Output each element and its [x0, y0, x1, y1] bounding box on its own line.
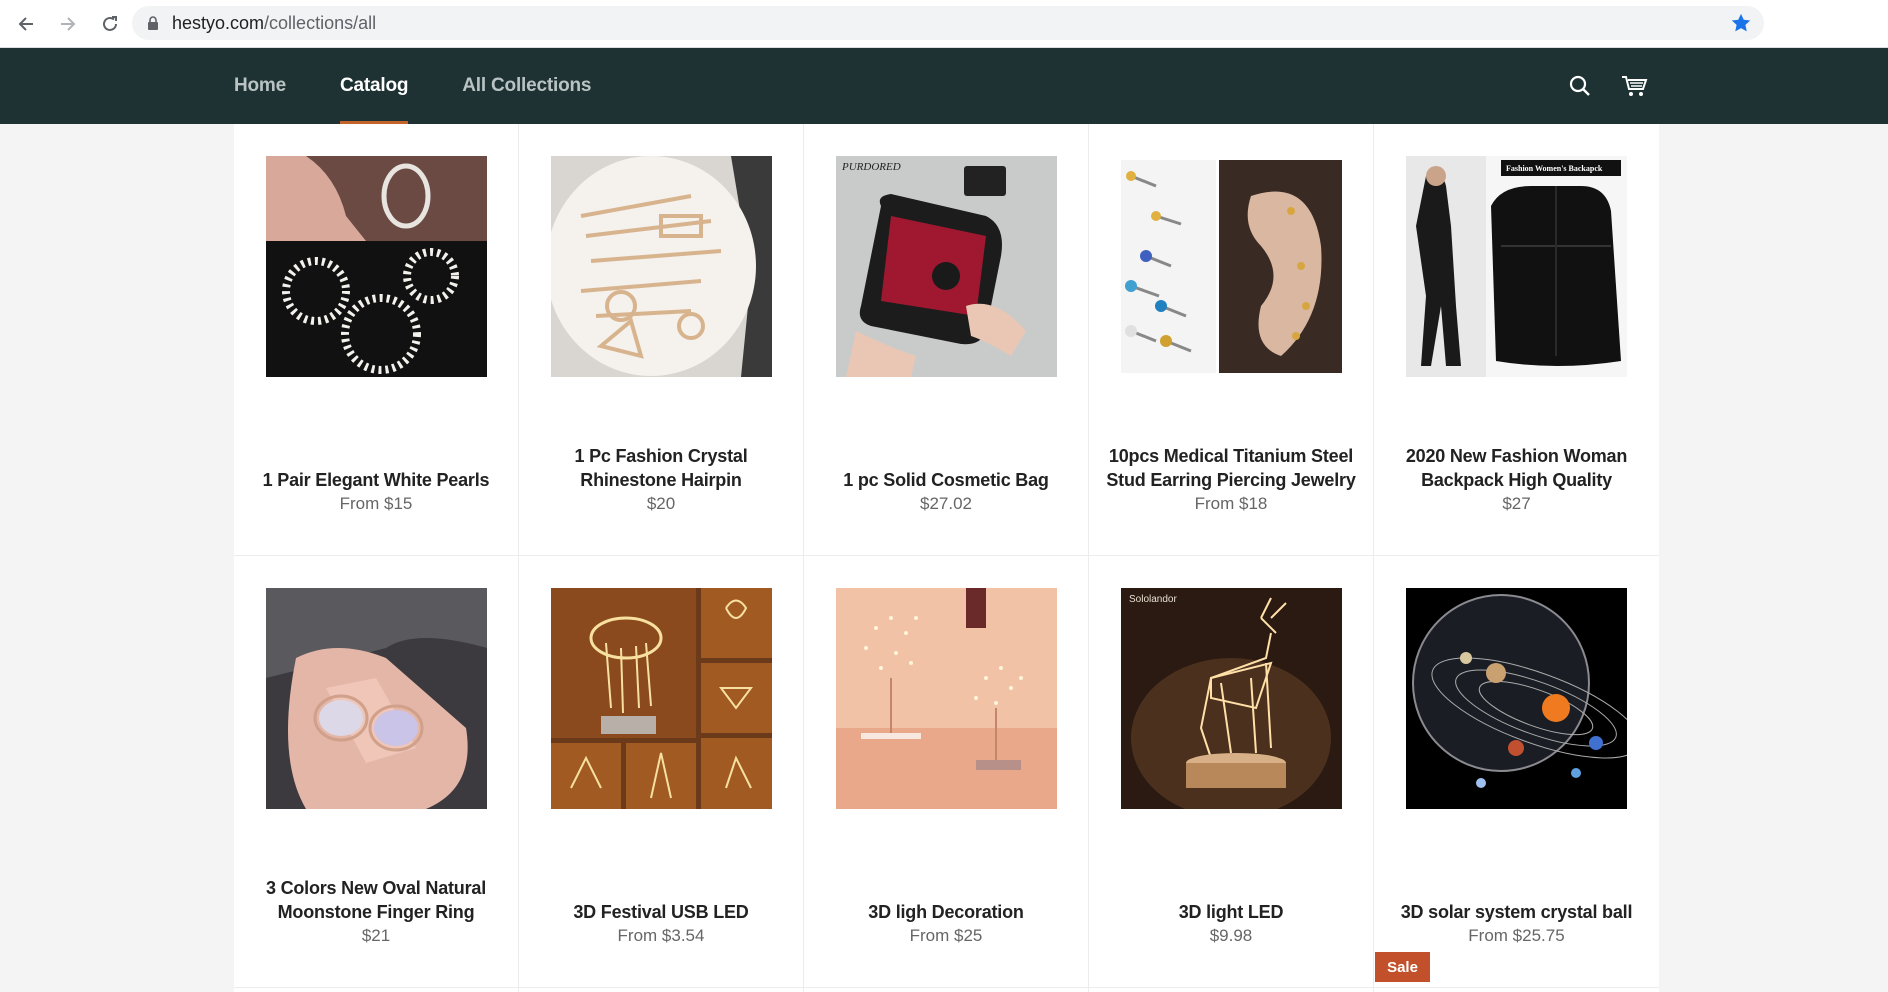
- product-title[interactable]: 1 pc Solid Cosmetic Bag: [843, 468, 1049, 492]
- product-price: From $18: [1194, 494, 1268, 513]
- product-image-backpack[interactable]: Fashion Women's Backapck: [1406, 156, 1627, 377]
- nav-catalog[interactable]: Catalog: [340, 48, 409, 124]
- product-card[interactable]: 3D Festival USB LED From $3.54: [519, 556, 804, 988]
- product-image-deer-lamp[interactable]: Sololandor: [1121, 588, 1342, 809]
- nav-all-collections[interactable]: All Collections: [462, 48, 591, 124]
- site-header: Home Catalog All Collections: [0, 48, 1888, 124]
- product-price: $27: [1502, 494, 1531, 513]
- product-card[interactable]: 1 Pair Elegant White Pearls From $15: [234, 124, 519, 556]
- bookmark-star-icon[interactable]: [1730, 12, 1752, 39]
- product-price: From $25: [909, 926, 983, 945]
- product-card[interactable]: Fashion Women's Backapck 2020 New Fashio…: [1374, 124, 1659, 556]
- reload-icon[interactable]: [92, 6, 128, 42]
- browser-toolbar: hestyo.com/collections/all: [0, 0, 1888, 48]
- grid-cell-stub: [519, 952, 804, 992]
- product-title[interactable]: 1 Pc Fashion Crystal Rhinestone Hairpin: [529, 444, 793, 492]
- product-image-pearl-earrings[interactable]: [266, 156, 487, 377]
- lock-icon: [146, 16, 160, 30]
- product-title[interactable]: 10pcs Medical Titanium Steel Stud Earrin…: [1099, 444, 1363, 492]
- search-icon[interactable]: [1564, 70, 1596, 102]
- product-title[interactable]: 3D ligh Decoration: [868, 900, 1024, 924]
- header-actions: [1564, 70, 1672, 102]
- product-image-led-lamps[interactable]: [551, 588, 772, 809]
- product-image-crystal-hairpins[interactable]: [551, 156, 772, 377]
- product-price: $20: [646, 494, 676, 513]
- product-title[interactable]: 3D light LED: [1179, 900, 1284, 924]
- address-bar[interactable]: hestyo.com/collections/all: [132, 6, 1764, 40]
- next-row-stub: [234, 952, 1659, 992]
- product-image-stud-earrings[interactable]: [1121, 156, 1342, 377]
- product-title[interactable]: 2020 New Fashion Woman Backpack High Qua…: [1384, 444, 1649, 492]
- product-card[interactable]: 10pcs Medical Titanium Steel Stud Earrin…: [1089, 124, 1374, 556]
- grid-cell-stub: [804, 952, 1089, 992]
- back-icon[interactable]: [8, 6, 44, 42]
- product-title[interactable]: 1 Pair Elegant White Pearls: [263, 468, 490, 492]
- cart-icon[interactable]: [1618, 70, 1650, 102]
- grid-cell-stub: [1089, 952, 1374, 992]
- grid-cell-stub: [234, 952, 519, 992]
- product-price: From $15: [339, 494, 413, 513]
- product-price: $9.98: [1209, 926, 1253, 945]
- product-card[interactable]: 3 Colors New Oval Natural Moonstone Fing…: [234, 556, 519, 988]
- product-title[interactable]: 3D solar system crystal ball: [1401, 900, 1633, 924]
- image-watermark: PURDORED: [841, 161, 901, 173]
- product-card[interactable]: 1 Pc Fashion Crystal Rhinestone Hairpin …: [519, 124, 804, 556]
- product-grid: 1 Pair Elegant White Pearls From $15 1 P…: [234, 124, 1659, 992]
- forward-icon[interactable]: [50, 6, 86, 42]
- product-price: From $3.54: [617, 926, 705, 945]
- product-card[interactable]: PURDORED 1 pc Solid Cosmetic Bag $27.02: [804, 124, 1089, 556]
- product-title[interactable]: 3D Festival USB LED: [573, 900, 748, 924]
- product-price: $27.02: [920, 494, 972, 513]
- url-text[interactable]: hestyo.com/collections/all: [172, 13, 376, 34]
- image-watermark: Sololandor: [1129, 594, 1177, 605]
- product-image-cosmetic-bag[interactable]: PURDORED: [836, 156, 1057, 377]
- product-card[interactable]: 3D solar system crystal ball From $25.75: [1374, 556, 1659, 988]
- product-image-tree-lights[interactable]: [836, 588, 1057, 809]
- image-caption: Fashion Women's Backapck: [1506, 164, 1603, 173]
- product-card[interactable]: Sololandor 3D light LED $9.98: [1089, 556, 1374, 988]
- product-price: $21: [361, 926, 391, 945]
- product-card[interactable]: 3D ligh Decoration From $25: [804, 556, 1089, 988]
- nav-home[interactable]: Home: [234, 48, 286, 124]
- sale-badge: Sale: [1375, 952, 1430, 982]
- product-price: From $25.75: [1468, 926, 1565, 945]
- site-nav: Home Catalog All Collections: [234, 48, 645, 124]
- product-image-solar-system-ball[interactable]: [1406, 588, 1627, 809]
- product-image-moonstone-ring[interactable]: [266, 588, 487, 809]
- product-title[interactable]: 3 Colors New Oval Natural Moonstone Fing…: [244, 876, 508, 924]
